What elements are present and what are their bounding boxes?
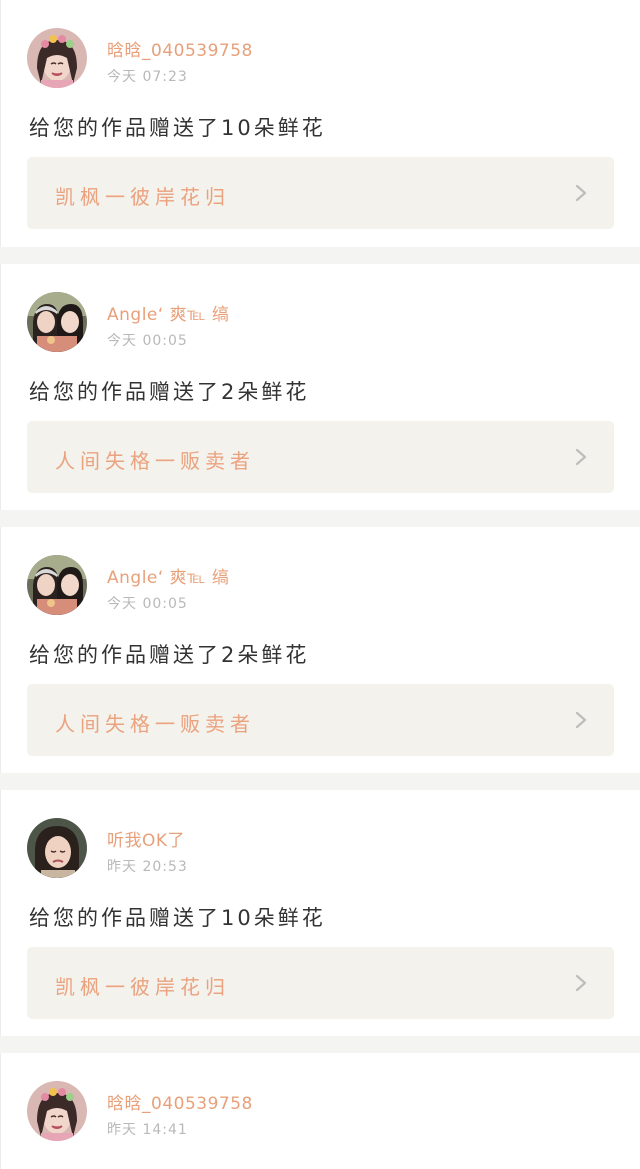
notification-feed: 晗晗_040539758 今天 07:23 给您的作品赠送了10朵鲜花 凯枫一彼… (0, 0, 640, 1169)
avatar-girl-flower-crown-icon (27, 28, 87, 88)
work-title: 凯枫一彼岸花归 (55, 975, 230, 999)
username[interactable]: 晗晗_040539758 (107, 36, 253, 61)
work-title: 人间失格一贩卖者 (55, 712, 255, 736)
timestamp: 昨天 20:53 (107, 859, 188, 875)
notification-card: 晗晗_040539758 昨天 14:41 (0, 1053, 640, 1169)
username[interactable]: 听我OK了 (107, 826, 185, 851)
timestamp: 今天 07:23 (107, 69, 188, 85)
work-title: 凯枫一彼岸花归 (55, 185, 230, 209)
notification-card: 听我OK了 昨天 20:53 给您的作品赠送了10朵鲜花 凯枫一彼岸花归 (0, 790, 640, 1036)
timestamp: 今天 00:05 (107, 596, 188, 612)
username[interactable]: Angle‘ 爽℡ 缟 (107, 563, 229, 588)
avatar[interactable] (27, 28, 87, 88)
work-link[interactable]: 人间失格一贩卖者 (27, 421, 614, 493)
work-link[interactable]: 凯枫一彼岸花归 (27, 157, 614, 229)
chevron-right-icon (574, 711, 588, 729)
notification-card: 晗晗_040539758 今天 07:23 给您的作品赠送了10朵鲜花 凯枫一彼… (0, 0, 640, 247)
avatar[interactable] (27, 1081, 87, 1141)
avatar-crying-girl-icon (27, 818, 87, 878)
chevron-right-icon (574, 974, 588, 992)
chevron-right-icon (574, 448, 588, 466)
username[interactable]: Angle‘ 爽℡ 缟 (107, 300, 229, 325)
avatar[interactable] (27, 555, 87, 615)
gift-message: 给您的作品赠送了10朵鲜花 (29, 116, 326, 140)
gift-message: 给您的作品赠送了10朵鲜花 (29, 906, 326, 930)
avatar[interactable] (27, 818, 87, 878)
work-link[interactable]: 人间失格一贩卖者 (27, 684, 614, 756)
work-link[interactable]: 凯枫一彼岸花归 (27, 947, 614, 1019)
avatar[interactable] (27, 292, 87, 352)
avatar-two-girls-icon (27, 292, 87, 352)
avatar-girl-flower-crown-icon (27, 1081, 87, 1141)
notification-card: Angle‘ 爽℡ 缟 今天 00:05 给您的作品赠送了2朵鲜花 人间失格一贩… (0, 264, 640, 510)
notification-card: Angle‘ 爽℡ 缟 今天 00:05 给您的作品赠送了2朵鲜花 人间失格一贩… (0, 527, 640, 773)
chevron-right-icon (574, 184, 588, 202)
timestamp: 昨天 14:41 (107, 1122, 188, 1138)
work-title: 人间失格一贩卖者 (55, 449, 255, 473)
gift-message: 给您的作品赠送了2朵鲜花 (29, 643, 310, 667)
avatar-two-girls-icon (27, 555, 87, 615)
timestamp: 今天 00:05 (107, 333, 188, 349)
gift-message: 给您的作品赠送了2朵鲜花 (29, 380, 310, 404)
username[interactable]: 晗晗_040539758 (107, 1089, 253, 1114)
